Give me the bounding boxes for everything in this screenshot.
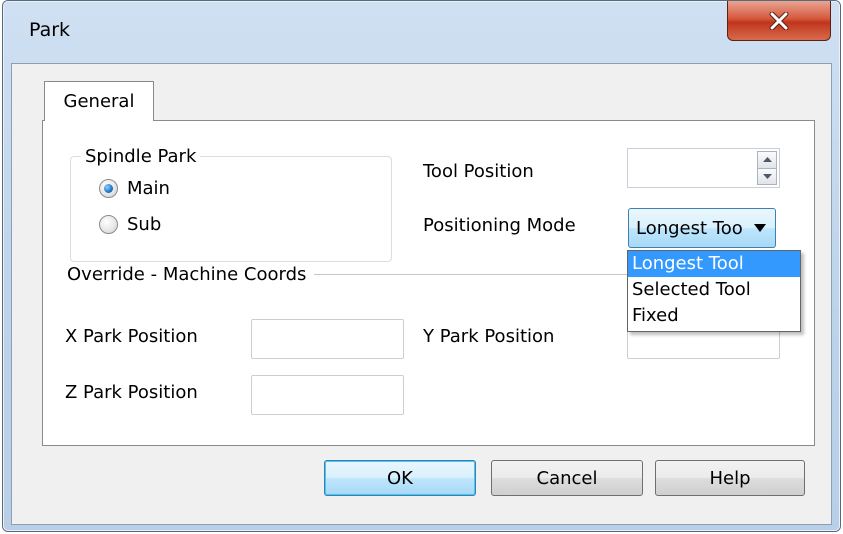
help-button-label: Help xyxy=(709,467,751,489)
radio-main-indicator[interactable] xyxy=(99,179,118,198)
ok-button-label: OK xyxy=(387,467,413,489)
cancel-button[interactable]: Cancel xyxy=(491,460,643,496)
z-park-position-input[interactable] xyxy=(251,375,404,415)
dialog-client-area: General Spindle Park Main Sub Tool Posit… xyxy=(11,63,832,525)
positioning-mode-dropdown[interactable]: Longest Tool Selected Tool Fixed xyxy=(627,250,801,332)
spindle-park-legend: Spindle Park xyxy=(81,147,201,167)
y-park-position-label: Y Park Position xyxy=(423,326,555,347)
x-park-position-label: X Park Position xyxy=(65,326,198,347)
ok-button[interactable]: OK xyxy=(324,460,476,496)
radio-sub[interactable]: Sub xyxy=(99,214,161,235)
z-park-position-label: Z Park Position xyxy=(65,382,198,403)
spin-down-button[interactable] xyxy=(757,168,777,185)
x-park-position-input[interactable] xyxy=(251,319,404,359)
radio-main-label: Main xyxy=(127,178,170,199)
close-button[interactable] xyxy=(727,1,831,41)
window-title: Park xyxy=(29,19,71,41)
radio-sub-label: Sub xyxy=(127,214,162,235)
positioning-mode-combo[interactable]: Longest Tool xyxy=(628,208,776,248)
option-selected-tool[interactable]: Selected Tool xyxy=(628,277,800,303)
spindle-park-group xyxy=(70,156,392,262)
tab-general-label: General xyxy=(63,91,135,112)
tool-position-spinner[interactable] xyxy=(627,148,780,188)
radio-main[interactable]: Main xyxy=(99,178,170,199)
override-legend: Override - Machine Coords xyxy=(63,265,315,285)
arrow-up-icon xyxy=(762,157,772,163)
tool-position-label: Tool Position xyxy=(423,161,534,182)
cancel-button-label: Cancel xyxy=(536,467,598,489)
close-icon xyxy=(769,11,789,30)
option-fixed[interactable]: Fixed xyxy=(628,303,800,329)
positioning-mode-label: Positioning Mode xyxy=(423,215,576,236)
spin-up-button[interactable] xyxy=(757,151,777,169)
help-button[interactable]: Help xyxy=(655,460,805,496)
option-longest-tool[interactable]: Longest Tool xyxy=(628,251,800,277)
positioning-mode-value: Longest Tool xyxy=(636,217,742,239)
park-dialog: Park General Spindle Park Main Sub Tool … xyxy=(2,0,841,532)
tab-general[interactable]: General xyxy=(44,81,154,121)
arrow-down-icon xyxy=(762,173,772,179)
chevron-down-icon xyxy=(754,224,766,232)
radio-sub-indicator[interactable] xyxy=(99,215,118,234)
